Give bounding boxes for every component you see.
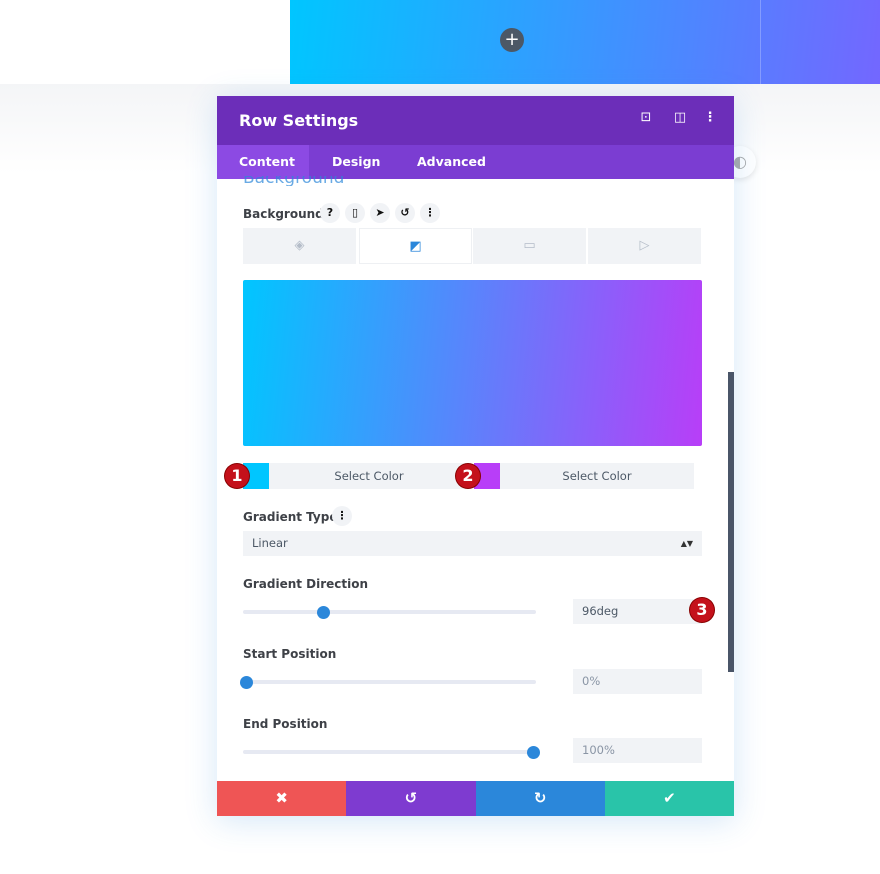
background-label: Background [243, 207, 324, 221]
modal-header: Row Settings ⊡ ◫ ⋮ [217, 96, 734, 145]
row-gradient-preview [290, 0, 880, 84]
modal-title: Row Settings [239, 111, 359, 130]
tab-content[interactable]: Content [217, 145, 309, 179]
redo-button[interactable]: ↻ [475, 781, 605, 816]
plus-icon: + [504, 29, 520, 50]
bg-type-image[interactable]: ▭ [473, 228, 586, 264]
annotation-badge-2: 2 [456, 464, 480, 488]
bg-type-gradient[interactable]: ◩ [359, 228, 472, 264]
more-vertical-icon[interactable]: ⋮ [701, 110, 719, 125]
gradient-type-label: Gradient Type [243, 510, 338, 524]
scrollbar[interactable] [728, 372, 734, 672]
annotation-badge-3: 3 [690, 598, 714, 622]
image-icon: ▭ [523, 238, 536, 253]
help-icon[interactable]: ? [320, 203, 340, 223]
select-color-1-button[interactable]: Select Color [269, 463, 469, 489]
color-icon: ◈ [294, 238, 305, 253]
add-module-button[interactable]: + [500, 28, 524, 52]
tab-advanced[interactable]: Advanced [395, 145, 508, 179]
bg-type-video[interactable]: ▷ [588, 228, 701, 264]
more-vertical-icon[interactable]: ⋮ [332, 506, 352, 526]
hover-pointer-icon[interactable]: ➤ [370, 203, 390, 223]
modal-footer: ✖ ↺ ↻ ✔ [217, 781, 734, 816]
tab-design[interactable]: Design [310, 145, 402, 179]
gradient-type-value: Linear [252, 536, 288, 550]
slider-thumb[interactable] [240, 675, 253, 689]
column-divider [760, 0, 761, 84]
bg-type-color[interactable]: ◈ [243, 228, 356, 264]
video-icon: ▷ [639, 238, 650, 253]
gradient-icon: ◩ [409, 239, 422, 254]
end-position-input[interactable]: 100% [573, 738, 702, 763]
row-settings-modal: Row Settings ⊡ ◫ ⋮ Content Design Advanc… [217, 96, 734, 816]
annotation-badge-1: 1 [225, 464, 249, 488]
split-view-icon[interactable]: ◫ [671, 110, 689, 125]
start-position-input[interactable]: 0% [573, 669, 702, 694]
select-arrows-icon: ▲▼ [680, 539, 693, 548]
cancel-button[interactable]: ✖ [217, 781, 347, 816]
mobile-icon[interactable]: ▯ [345, 203, 365, 223]
gradient-preview [243, 280, 702, 446]
end-position-label: End Position [243, 717, 328, 731]
start-position-label: Start Position [243, 647, 337, 661]
more-vertical-icon[interactable]: ⋮ [420, 203, 440, 223]
select-color-2-button[interactable]: Select Color [500, 463, 694, 489]
start-position-slider[interactable] [240, 675, 536, 689]
gradient-direction-label: Gradient Direction [243, 577, 369, 591]
gradient-direction-slider[interactable] [243, 605, 536, 619]
modal-tabs: Content Design Advanced [217, 145, 734, 179]
end-position-slider[interactable] [243, 745, 540, 759]
gradient-type-select[interactable]: Linear ▲▼ [243, 531, 702, 556]
reset-icon[interactable]: ↺ [395, 203, 415, 223]
undo-button[interactable]: ↺ [346, 781, 476, 816]
slider-thumb[interactable] [316, 605, 330, 619]
section-title[interactable]: Background [243, 176, 344, 186]
save-button[interactable]: ✔ [604, 781, 734, 816]
slider-thumb[interactable] [527, 745, 540, 759]
focus-icon[interactable]: ⊡ [637, 110, 655, 125]
gradient-direction-input[interactable]: 96deg [573, 599, 702, 624]
